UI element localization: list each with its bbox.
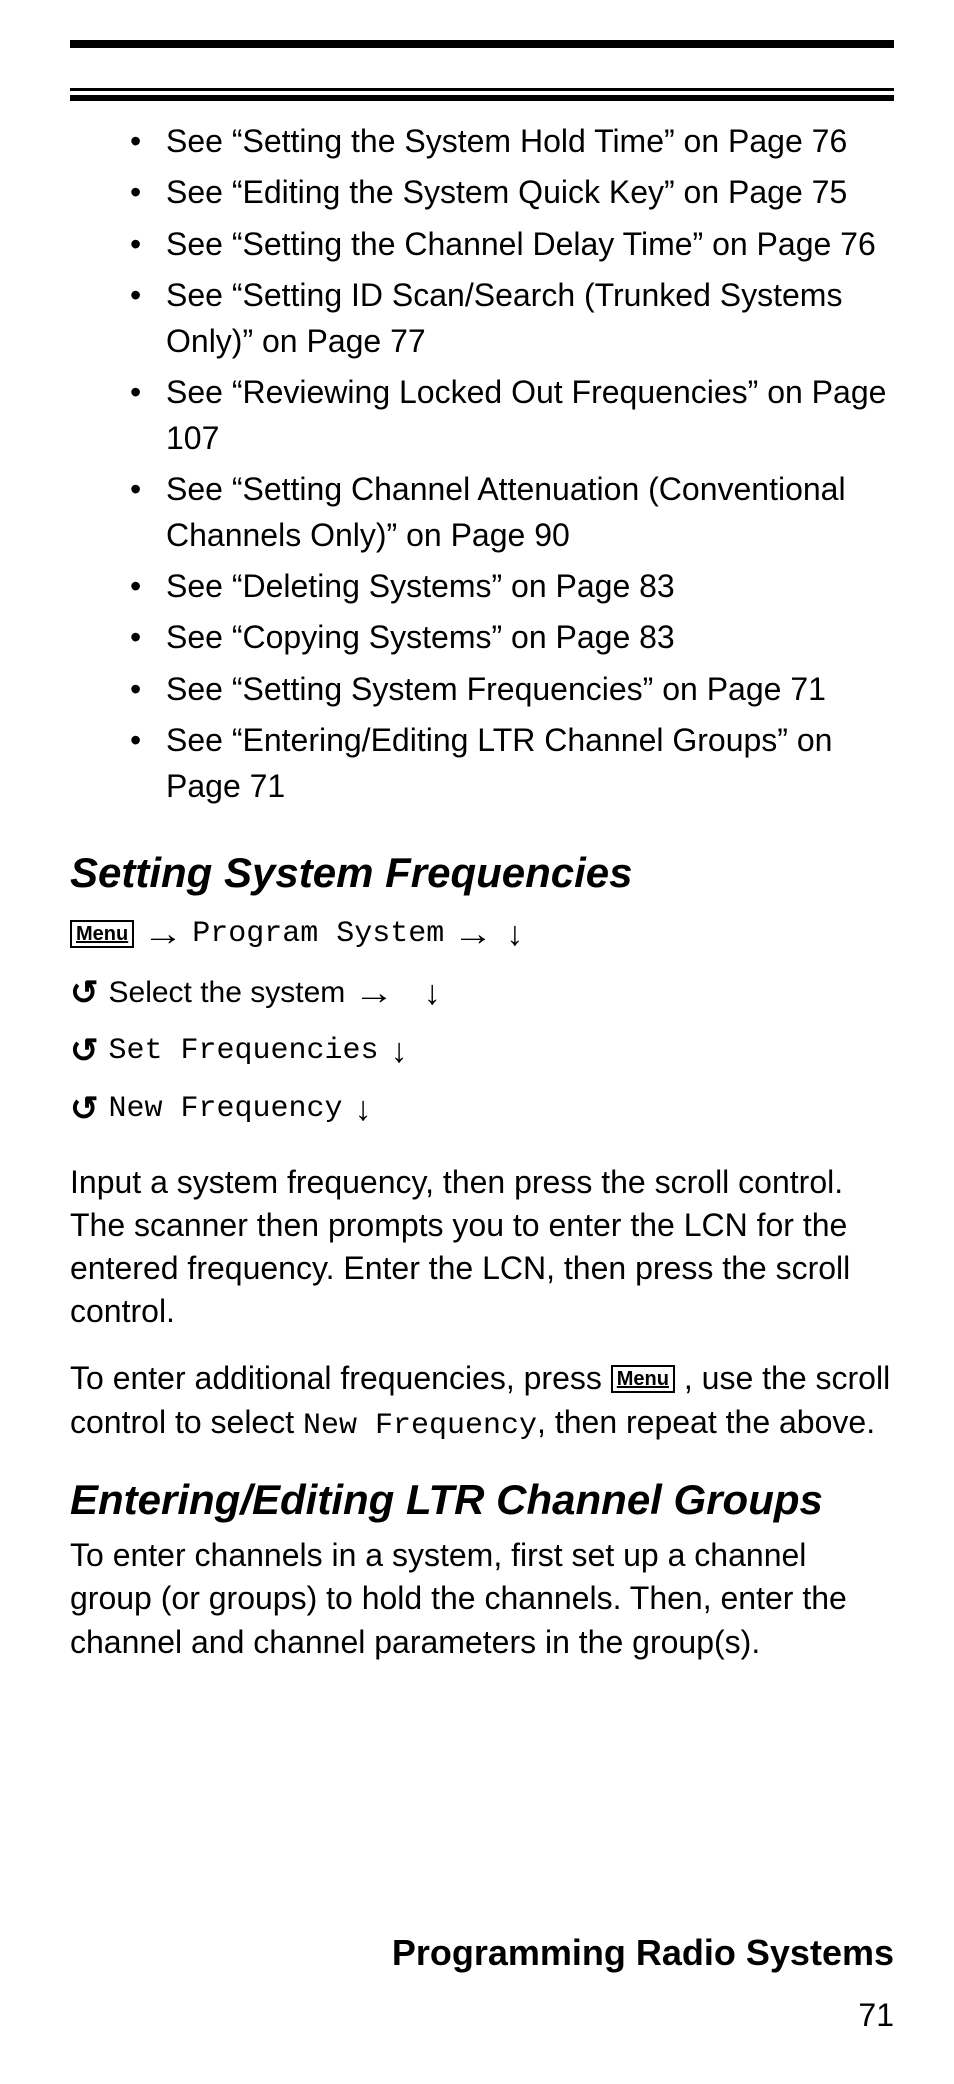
- text: To enter additional frequencies, press: [70, 1360, 611, 1396]
- list-item: See “Copying Systems” on Page 83: [130, 615, 894, 660]
- list-item: See “Setting the Channel Delay Time” on …: [130, 222, 894, 267]
- menu-key-icon: Menu: [70, 920, 134, 948]
- list-item: See “Editing the System Quick Key” on Pa…: [130, 170, 894, 215]
- nav-step: ↻ New Frequency ↓: [70, 1082, 894, 1136]
- arrow-right-icon: →: [453, 907, 494, 961]
- list-item: See “Entering/Editing LTR Channel Groups…: [130, 718, 894, 809]
- code-text: New Frequency: [303, 1409, 537, 1443]
- scroll-icon: ↻: [70, 1024, 99, 1078]
- paragraph: To enter additional frequencies, press M…: [70, 1357, 894, 1446]
- section-heading: Setting System Frequencies: [70, 849, 894, 897]
- list-item: See “Reviewing Locked Out Frequencies” o…: [130, 370, 894, 461]
- paragraph: Input a system frequency, then press the…: [70, 1161, 894, 1334]
- scroll-icon: ↻: [70, 966, 99, 1020]
- nav-text: Program System: [192, 910, 444, 958]
- scroll-icon: ↻: [70, 1082, 99, 1136]
- list-item: See “Setting System Frequencies” on Page…: [130, 667, 894, 712]
- top-rule: [70, 40, 894, 48]
- arrow-down-icon: ↓: [391, 1024, 408, 1078]
- section-heading: Entering/Editing LTR Channel Groups: [70, 1476, 894, 1524]
- list-item: See “Setting ID Scan/Search (Trunked Sys…: [130, 273, 894, 364]
- page-number: 71: [858, 1997, 894, 2034]
- page: See “Setting the System Hold Time” on Pa…: [0, 0, 954, 2084]
- menu-key-icon: Menu: [611, 1365, 675, 1393]
- arrow-right-icon: →: [354, 966, 395, 1020]
- nav-text: Set Frequencies: [109, 1027, 379, 1075]
- list-item: See “Deleting Systems” on Page 83: [130, 564, 894, 609]
- nav-step: ↻ Set Frequencies ↓: [70, 1024, 894, 1078]
- arrow-down-icon: ↓: [506, 907, 523, 961]
- paragraph: To enter channels in a system, first set…: [70, 1534, 894, 1664]
- double-rule: [70, 88, 894, 101]
- arrow-down-icon: ↓: [355, 1082, 372, 1136]
- footer-chapter-title: Programming Radio Systems: [392, 1932, 894, 1974]
- text: , then repeat the above.: [537, 1404, 875, 1440]
- list-item: See “Setting the System Hold Time” on Pa…: [130, 119, 894, 164]
- nav-step: Menu → Program System → ↓: [70, 907, 894, 961]
- reference-list: See “Setting the System Hold Time” on Pa…: [70, 119, 894, 809]
- nav-text: Select the system: [109, 969, 346, 1017]
- nav-text: New Frequency: [109, 1085, 343, 1133]
- arrow-right-icon: →: [143, 907, 184, 961]
- arrow-down-icon: ↓: [424, 966, 441, 1020]
- nav-step: ↻ Select the system → ↓: [70, 966, 894, 1020]
- list-item: See “Setting Channel Attenuation (Conven…: [130, 467, 894, 558]
